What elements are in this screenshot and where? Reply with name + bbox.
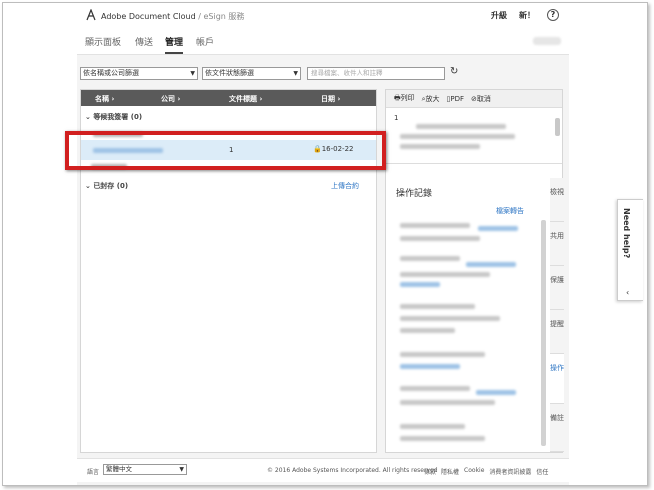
section-archived[interactable]: ⌄ 已封存 (0) [85, 181, 128, 191]
agreement-detail-panel: 🖶列印 ⌕放大 ▯PDF ⊘取消 1 操作記錄 檔案轉告 檢視 共用 保護 提醒… [385, 89, 564, 453]
copyright: © 2016 Adobe Systems Incorporated. All r… [267, 467, 438, 474]
brand-title[interactable]: Adobe Document Cloud / eSign 服務 [101, 11, 244, 22]
activity-entry [400, 223, 470, 228]
activity-entry [400, 272, 490, 277]
footer-link-disclosure[interactable]: 消費者資訊披露 [489, 467, 531, 476]
refresh-icon[interactable]: ↻ [450, 66, 458, 77]
side-tab-remind[interactable]: 提醒 [550, 310, 564, 354]
footer-link-terms[interactable]: 條款 [424, 467, 436, 476]
tab-manage[interactable]: 管理 [165, 35, 184, 54]
preview-text [400, 134, 515, 139]
chevron-down-icon: ⌄ [85, 113, 91, 121]
activity-entry [400, 328, 455, 333]
chevron-down-icon: ⌄ [85, 182, 91, 190]
annotation-highlight-box [65, 131, 386, 170]
list-header: 名稱 › 公司 › 文件標題 › 日期 › [81, 90, 376, 106]
activity-entry [476, 390, 516, 395]
column-header-title[interactable]: 文件標題 › [229, 94, 262, 104]
side-tab-activity[interactable]: 操作 [550, 354, 564, 404]
top-bar-actions: 升級 新！ ? [491, 9, 559, 21]
pdf-button[interactable]: ▯PDF [447, 95, 465, 103]
side-tab-share[interactable]: 共用 [550, 222, 564, 266]
activity-entry [400, 304, 475, 309]
service-name: eSign 服務 [203, 12, 245, 21]
chevron-right-icon: › [337, 95, 341, 103]
footer-link-privacy[interactable]: 隱私權 [441, 467, 459, 476]
name-filter-select[interactable]: 依名稱或公司篩選 ▼ [80, 67, 198, 80]
main-nav: 顯示面板 傳送 管理 帳戶 [77, 31, 569, 55]
activity-entry [400, 400, 495, 405]
zoom-button[interactable]: ⌕放大 [422, 94, 440, 104]
chevron-down-icon: ▼ [190, 70, 195, 77]
name-filter-value: 依名稱或公司篩選 [83, 69, 139, 77]
language-label: 語言 [87, 469, 100, 476]
upload-agreement-link[interactable]: 上傳合約 [331, 181, 359, 191]
language-value: 繁體中文 [106, 465, 132, 473]
activity-entry [400, 236, 480, 241]
activity-title: 操作記錄 [396, 189, 433, 199]
activity-entry [400, 364, 460, 369]
activity-entry [466, 262, 516, 267]
need-help-label: Need help? [622, 208, 631, 259]
document-preview[interactable]: 1 [386, 108, 562, 164]
preview-text [416, 124, 506, 129]
need-help-tab[interactable]: Need help? ‹ [617, 199, 643, 301]
activity-entry [400, 352, 485, 357]
brand-separator: / [198, 12, 201, 21]
chevron-right-icon: › [259, 95, 263, 103]
top-bar: Adobe Document Cloud / eSign 服務 升級 新！ ? [77, 3, 569, 31]
activity-entry [400, 424, 465, 429]
column-header-date[interactable]: 日期 › [321, 94, 340, 104]
chevron-down-icon: ▼ [179, 466, 184, 473]
column-header-company[interactable]: 公司 › [161, 94, 180, 104]
adobe-logo-icon[interactable] [85, 8, 97, 24]
detail-side-tabs: 檢視 共用 保護 提醒 操作 備註 [550, 178, 564, 452]
activity-entry [400, 256, 460, 261]
side-tab-view[interactable]: 檢視 [550, 178, 564, 222]
activity-entry [400, 316, 500, 321]
activity-entry [400, 436, 485, 441]
language-select[interactable]: 繁體中文 ▼ [103, 464, 187, 475]
column-header-name[interactable]: 名稱 › [95, 94, 114, 104]
search-input[interactable]: 搜尋檔案、收件人和註釋 [307, 67, 445, 80]
printer-icon: 🖶 [394, 93, 401, 102]
activity-entry [400, 386, 470, 391]
footer-link-cookie[interactable]: Cookie [464, 467, 484, 476]
activity-entry [400, 282, 440, 287]
activity-scrollbar[interactable] [541, 220, 546, 446]
search-placeholder: 搜尋檔案、收件人和註釋 [311, 69, 383, 77]
brand-name: Adobe Document Cloud [101, 12, 196, 21]
cancel-button[interactable]: ⊘取消 [471, 94, 491, 104]
side-tab-notes[interactable]: 備註 [550, 404, 564, 452]
footer-links: 條款 隱私權 Cookie 消費者資訊披露 信任 [424, 467, 548, 476]
footer: 語言 繁體中文 ▼ © 2016 Adobe Systems Incorpora… [77, 458, 569, 482]
preview-scrollbar[interactable] [555, 118, 560, 136]
status-filter-select[interactable]: 依文件狀態篩選 ▼ [202, 67, 301, 80]
tab-send[interactable]: 傳送 [135, 35, 153, 52]
footer-link-trust[interactable]: 信任 [536, 467, 548, 476]
chevron-right-icon: › [177, 95, 181, 103]
side-tab-protect[interactable]: 保護 [550, 266, 564, 310]
tab-dashboard[interactable]: 顯示面板 [85, 35, 121, 52]
activity-entry [478, 226, 518, 231]
chevron-right-icon: › [111, 95, 115, 103]
user-menu[interactable] [533, 37, 561, 45]
preview-line-number: 1 [394, 114, 399, 122]
tab-account[interactable]: 帳戶 [196, 35, 214, 52]
chevron-down-icon: ▼ [293, 70, 298, 77]
screenshot-frame: Adobe Document Cloud / eSign 服務 升級 新！ ? … [2, 2, 648, 486]
chevron-left-icon: ‹ [626, 288, 630, 297]
upgrade-link[interactable]: 升級 [491, 10, 507, 21]
forward-document-link[interactable]: 檔案轉告 [496, 206, 524, 216]
whats-new-link[interactable]: 新！ [519, 10, 535, 21]
preview-text [400, 144, 480, 149]
section-waiting-for-me[interactable]: ⌄ 等候我簽署 (0) [85, 112, 142, 122]
status-filter-value: 依文件狀態篩選 [205, 69, 254, 77]
print-button[interactable]: 🖶列印 [394, 93, 415, 105]
esign-app: Adobe Document Cloud / eSign 服務 升級 新！ ? … [77, 3, 569, 485]
detail-toolbar: 🖶列印 ⌕放大 ▯PDF ⊘取消 [386, 90, 562, 108]
help-icon[interactable]: ? [547, 9, 559, 21]
